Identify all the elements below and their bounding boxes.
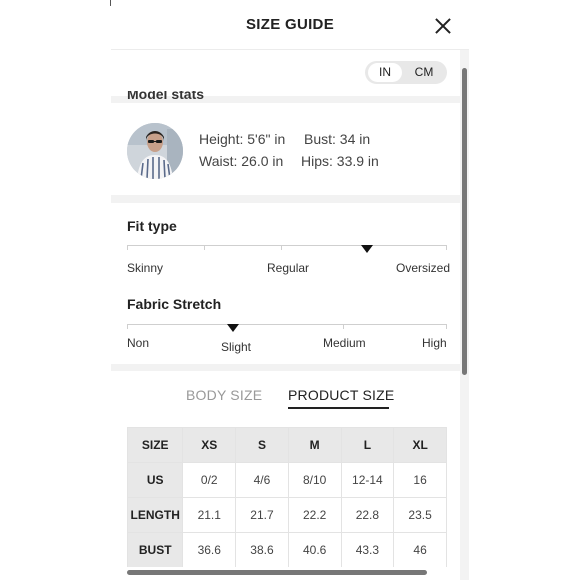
fit-type-label: Fit type <box>127 218 177 234</box>
table-cell: 4/6 <box>235 462 289 498</box>
size-guide-modal: SIZE GUIDE IN CM Model stats Height: 5'6… <box>111 0 469 580</box>
close-icon[interactable] <box>433 16 453 36</box>
fit-option-skinny: Skinny <box>127 261 164 275</box>
table-row-label: BUST <box>127 532 184 567</box>
table-header-cell: M <box>287 427 342 463</box>
tab-body-size[interactable]: BODY SIZE <box>186 387 262 403</box>
table-cell: 43.3 <box>340 532 395 567</box>
table-cell: 46 <box>393 532 447 567</box>
table-cell: 38.6 <box>235 532 289 567</box>
model-avatar <box>127 123 183 179</box>
stretch-option-slight: Slight <box>221 340 252 354</box>
table-cell: 40.6 <box>287 532 342 567</box>
stretch-option-medium: Medium <box>323 336 366 350</box>
model-waist: Waist: 26.0 in <box>199 153 284 169</box>
scale-tick <box>127 245 128 250</box>
page-backdrop-right <box>469 0 580 580</box>
table-cell: 8/10 <box>287 462 342 498</box>
unit-in-option[interactable]: IN <box>368 63 402 82</box>
model-hips: Hips: 33.9 in <box>301 153 379 169</box>
table-cell: 16 <box>393 462 447 498</box>
table-header-cell: L <box>340 427 395 463</box>
fabric-stretch-marker-icon <box>226 324 239 332</box>
table-cell: 21.7 <box>235 497 289 533</box>
active-tab-indicator <box>288 407 389 409</box>
table-cell: 21.1 <box>182 497 237 533</box>
table-cell: 0/2 <box>182 462 237 498</box>
section-divider <box>111 364 460 371</box>
table-header-row: SIZE XS S M L XL <box>127 427 447 463</box>
size-table[interactable]: SIZE XS S M L XL US 0/2 4/6 8/10 12-14 1… <box>127 427 447 567</box>
model-bust: Bust: 34 in <box>304 131 371 147</box>
table-row-label: US <box>127 462 184 498</box>
unit-toggle: IN CM <box>365 61 447 84</box>
table-header-cell: S <box>235 427 289 463</box>
tab-product-size[interactable]: PRODUCT SIZE <box>288 387 394 403</box>
scale-tick <box>204 245 205 250</box>
fabric-stretch-label: Fabric Stretch <box>127 296 222 312</box>
table-cell: 23.5 <box>393 497 447 533</box>
table-row: US 0/2 4/6 8/10 12-14 16 <box>127 462 447 498</box>
fabric-stretch-scale <box>127 324 447 325</box>
model-height: Height: 5'6" in <box>199 131 286 147</box>
fit-type-scale <box>127 245 447 246</box>
scale-tick <box>281 245 282 250</box>
table-cell: 36.6 <box>182 532 237 567</box>
fit-option-oversized: Oversized <box>396 261 451 275</box>
stretch-option-high: High <box>422 336 447 350</box>
table-header-cell: XS <box>182 427 237 463</box>
table-cell: 22.8 <box>340 497 395 533</box>
table-row-label: LENGTH <box>127 497 184 533</box>
table-header-cell: XL <box>393 427 447 463</box>
table-horizontal-scrollbar[interactable] <box>127 570 427 575</box>
table-row: LENGTH 21.1 21.7 22.2 22.8 23.5 <box>127 497 447 533</box>
table-cell: 12-14 <box>340 462 395 498</box>
fit-type-marker-icon <box>361 245 373 253</box>
table-header-cell: SIZE <box>127 427 184 463</box>
scale-tick <box>446 324 447 329</box>
section-divider <box>111 195 460 203</box>
stretch-option-non: Non <box>127 336 150 350</box>
modal-title: SIZE GUIDE <box>245 16 334 33</box>
fit-option-regular: Regular <box>267 261 310 275</box>
modal-header: SIZE GUIDE <box>111 0 469 50</box>
vertical-scrollbar-thumb[interactable] <box>462 68 467 375</box>
scale-tick <box>127 324 128 329</box>
scale-tick <box>343 324 344 329</box>
model-stats-heading: Model stats <box>127 91 205 102</box>
page-backdrop-left <box>0 0 111 580</box>
unit-cm-option[interactable]: CM <box>405 63 443 82</box>
table-cell: 22.2 <box>287 497 342 533</box>
table-row: BUST 36.6 38.6 40.6 43.3 46 <box>127 532 447 567</box>
scale-tick <box>446 245 447 250</box>
